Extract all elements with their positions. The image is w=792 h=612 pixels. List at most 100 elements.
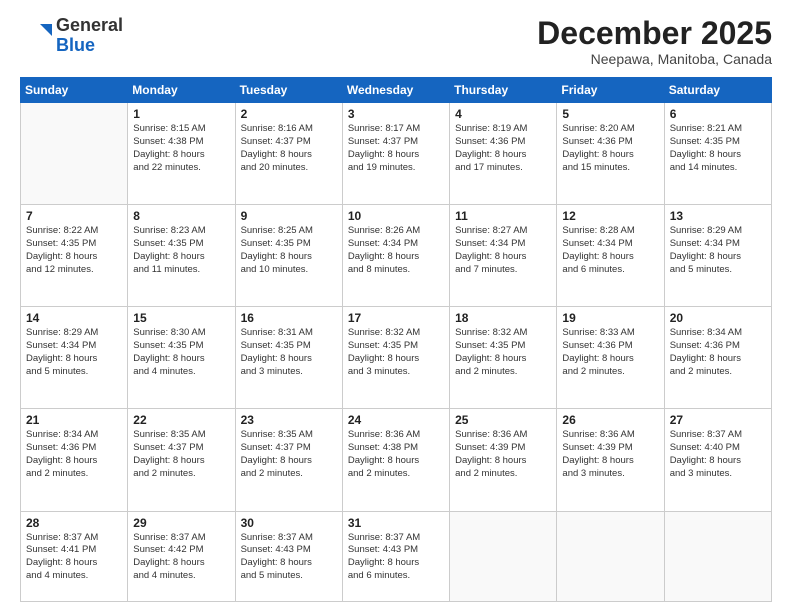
logo-blue-text: Blue xyxy=(56,36,123,56)
calendar-week-row: 7 Sunrise: 8:22 AM Sunset: 4:35 PM Daylig… xyxy=(21,205,772,307)
calendar-cell: 20 Sunrise: 8:34 AM Sunset: 4:36 PM Dayli… xyxy=(664,307,771,409)
cell-info: Sunrise: 8:32 AM Sunset: 4:35 PM Dayligh… xyxy=(455,327,551,378)
cell-info: Sunrise: 8:26 AM Sunset: 4:34 PM Dayligh… xyxy=(348,225,444,276)
calendar-cell: 4 Sunrise: 8:19 AM Sunset: 4:36 PM Daylig… xyxy=(450,103,557,205)
day-number: 14 xyxy=(26,311,122,325)
calendar-cell: 25 Sunrise: 8:36 AM Sunset: 4:39 PM Dayli… xyxy=(450,409,557,511)
cell-info: Sunrise: 8:19 AM Sunset: 4:36 PM Dayligh… xyxy=(455,123,551,174)
day-number: 27 xyxy=(670,413,766,427)
cell-info: Sunrise: 8:35 AM Sunset: 4:37 PM Dayligh… xyxy=(133,429,229,480)
calendar-cell: 9 Sunrise: 8:25 AM Sunset: 4:35 PM Daylig… xyxy=(235,205,342,307)
calendar-cell: 10 Sunrise: 8:26 AM Sunset: 4:34 PM Dayli… xyxy=(342,205,449,307)
cell-info: Sunrise: 8:21 AM Sunset: 4:35 PM Dayligh… xyxy=(670,123,766,174)
page: General Blue December 2025 Neepawa, Mani… xyxy=(0,0,792,612)
calendar-cell: 23Sunrise: 8:35 AM Sunset: 4:37 PM Dayli… xyxy=(235,409,342,511)
day-number: 26 xyxy=(562,413,658,427)
calendar-day-header: Monday xyxy=(128,78,235,103)
logo: General Blue xyxy=(20,16,123,56)
location: Neepawa, Manitoba, Canada xyxy=(537,51,772,67)
day-number: 16 xyxy=(241,311,337,325)
calendar-day-header: Thursday xyxy=(450,78,557,103)
cell-info: Sunrise: 8:36 AM Sunset: 4:39 PM Dayligh… xyxy=(455,429,551,480)
calendar-day-header: Saturday xyxy=(664,78,771,103)
cell-info: Sunrise: 8:29 AM Sunset: 4:34 PM Dayligh… xyxy=(26,327,122,378)
calendar-cell: 11Sunrise: 8:27 AM Sunset: 4:34 PM Dayli… xyxy=(450,205,557,307)
cell-info: Sunrise: 8:25 AM Sunset: 4:35 PM Dayligh… xyxy=(241,225,337,276)
calendar-cell: 15Sunrise: 8:30 AM Sunset: 4:35 PM Dayli… xyxy=(128,307,235,409)
cell-info: Sunrise: 8:37 AM Sunset: 4:40 PM Dayligh… xyxy=(670,429,766,480)
calendar-week-row: 1 Sunrise: 8:15 AM Sunset: 4:38 PM Daylig… xyxy=(21,103,772,205)
logo-general-text: General xyxy=(56,16,123,36)
calendar-cell: 16 Sunrise: 8:31 AM Sunset: 4:35 PM Dayli… xyxy=(235,307,342,409)
calendar-cell: 12Sunrise: 8:28 AM Sunset: 4:34 PM Dayli… xyxy=(557,205,664,307)
day-number: 2 xyxy=(241,107,337,121)
calendar-cell: 26Sunrise: 8:36 AM Sunset: 4:39 PM Dayli… xyxy=(557,409,664,511)
header: General Blue December 2025 Neepawa, Mani… xyxy=(20,16,772,67)
calendar-day-header: Tuesday xyxy=(235,78,342,103)
calendar-cell: 19 Sunrise: 8:33 AM Sunset: 4:36 PM Dayli… xyxy=(557,307,664,409)
day-number: 22 xyxy=(133,413,229,427)
day-number: 6 xyxy=(670,107,766,121)
calendar-week-row: 14 Sunrise: 8:29 AM Sunset: 4:34 PM Dayli… xyxy=(21,307,772,409)
day-number: 19 xyxy=(562,311,658,325)
calendar-cell: 3 Sunrise: 8:17 AM Sunset: 4:37 PM Daylig… xyxy=(342,103,449,205)
calendar-cell: 13Sunrise: 8:29 AM Sunset: 4:34 PM Dayli… xyxy=(664,205,771,307)
calendar-cell: 17 Sunrise: 8:32 AM Sunset: 4:35 PM Dayli… xyxy=(342,307,449,409)
logo-text: General Blue xyxy=(56,16,123,56)
cell-info: Sunrise: 8:23 AM Sunset: 4:35 PM Dayligh… xyxy=(133,225,229,276)
cell-info: Sunrise: 8:16 AM Sunset: 4:37 PM Dayligh… xyxy=(241,123,337,174)
calendar-cell: 8Sunrise: 8:23 AM Sunset: 4:35 PM Daylig… xyxy=(128,205,235,307)
calendar-week-row: 21 Sunrise: 8:34 AM Sunset: 4:36 PM Dayli… xyxy=(21,409,772,511)
cell-info: Sunrise: 8:31 AM Sunset: 4:35 PM Dayligh… xyxy=(241,327,337,378)
day-number: 10 xyxy=(348,209,444,223)
logo-icon xyxy=(20,20,52,52)
calendar-cell xyxy=(664,511,771,602)
title-block: December 2025 Neepawa, Manitoba, Canada xyxy=(537,16,772,67)
cell-info: Sunrise: 8:37 AM Sunset: 4:42 PM Dayligh… xyxy=(133,532,229,583)
cell-info: Sunrise: 8:28 AM Sunset: 4:34 PM Dayligh… xyxy=(562,225,658,276)
calendar-cell: 28Sunrise: 8:37 AM Sunset: 4:41 PM Dayli… xyxy=(21,511,128,602)
calendar-cell: 2 Sunrise: 8:16 AM Sunset: 4:37 PM Daylig… xyxy=(235,103,342,205)
cell-info: Sunrise: 8:34 AM Sunset: 4:36 PM Dayligh… xyxy=(670,327,766,378)
calendar-cell: 27 Sunrise: 8:37 AM Sunset: 4:40 PM Dayli… xyxy=(664,409,771,511)
day-number: 17 xyxy=(348,311,444,325)
day-number: 25 xyxy=(455,413,551,427)
day-number: 30 xyxy=(241,516,337,530)
cell-info: Sunrise: 8:29 AM Sunset: 4:34 PM Dayligh… xyxy=(670,225,766,276)
day-number: 29 xyxy=(133,516,229,530)
calendar-cell xyxy=(21,103,128,205)
calendar-cell: 1 Sunrise: 8:15 AM Sunset: 4:38 PM Daylig… xyxy=(128,103,235,205)
day-number: 5 xyxy=(562,107,658,121)
cell-info: Sunrise: 8:33 AM Sunset: 4:36 PM Dayligh… xyxy=(562,327,658,378)
cell-info: Sunrise: 8:34 AM Sunset: 4:36 PM Dayligh… xyxy=(26,429,122,480)
calendar-cell: 6 Sunrise: 8:21 AM Sunset: 4:35 PM Daylig… xyxy=(664,103,771,205)
day-number: 23 xyxy=(241,413,337,427)
cell-info: Sunrise: 8:36 AM Sunset: 4:38 PM Dayligh… xyxy=(348,429,444,480)
day-number: 1 xyxy=(133,107,229,121)
day-number: 24 xyxy=(348,413,444,427)
month-title: December 2025 xyxy=(537,16,772,51)
day-number: 20 xyxy=(670,311,766,325)
cell-info: Sunrise: 8:30 AM Sunset: 4:35 PM Dayligh… xyxy=(133,327,229,378)
day-number: 9 xyxy=(241,209,337,223)
cell-info: Sunrise: 8:27 AM Sunset: 4:34 PM Dayligh… xyxy=(455,225,551,276)
calendar-day-header: Sunday xyxy=(21,78,128,103)
calendar-cell: 31 Sunrise: 8:37 AM Sunset: 4:43 PM Dayli… xyxy=(342,511,449,602)
cell-info: Sunrise: 8:15 AM Sunset: 4:38 PM Dayligh… xyxy=(133,123,229,174)
day-number: 21 xyxy=(26,413,122,427)
cell-info: Sunrise: 8:20 AM Sunset: 4:36 PM Dayligh… xyxy=(562,123,658,174)
calendar-cell: 22 Sunrise: 8:35 AM Sunset: 4:37 PM Dayli… xyxy=(128,409,235,511)
cell-info: Sunrise: 8:17 AM Sunset: 4:37 PM Dayligh… xyxy=(348,123,444,174)
day-number: 28 xyxy=(26,516,122,530)
calendar-cell: 21 Sunrise: 8:34 AM Sunset: 4:36 PM Dayli… xyxy=(21,409,128,511)
calendar-cell: 30Sunrise: 8:37 AM Sunset: 4:43 PM Dayli… xyxy=(235,511,342,602)
day-number: 3 xyxy=(348,107,444,121)
calendar-cell: 29 Sunrise: 8:37 AM Sunset: 4:42 PM Dayli… xyxy=(128,511,235,602)
day-number: 31 xyxy=(348,516,444,530)
cell-info: Sunrise: 8:32 AM Sunset: 4:35 PM Dayligh… xyxy=(348,327,444,378)
day-number: 7 xyxy=(26,209,122,223)
cell-info: Sunrise: 8:37 AM Sunset: 4:43 PM Dayligh… xyxy=(348,532,444,583)
calendar-table: SundayMondayTuesdayWednesdayThursdayFrid… xyxy=(20,77,772,602)
day-number: 4 xyxy=(455,107,551,121)
cell-info: Sunrise: 8:22 AM Sunset: 4:35 PM Dayligh… xyxy=(26,225,122,276)
